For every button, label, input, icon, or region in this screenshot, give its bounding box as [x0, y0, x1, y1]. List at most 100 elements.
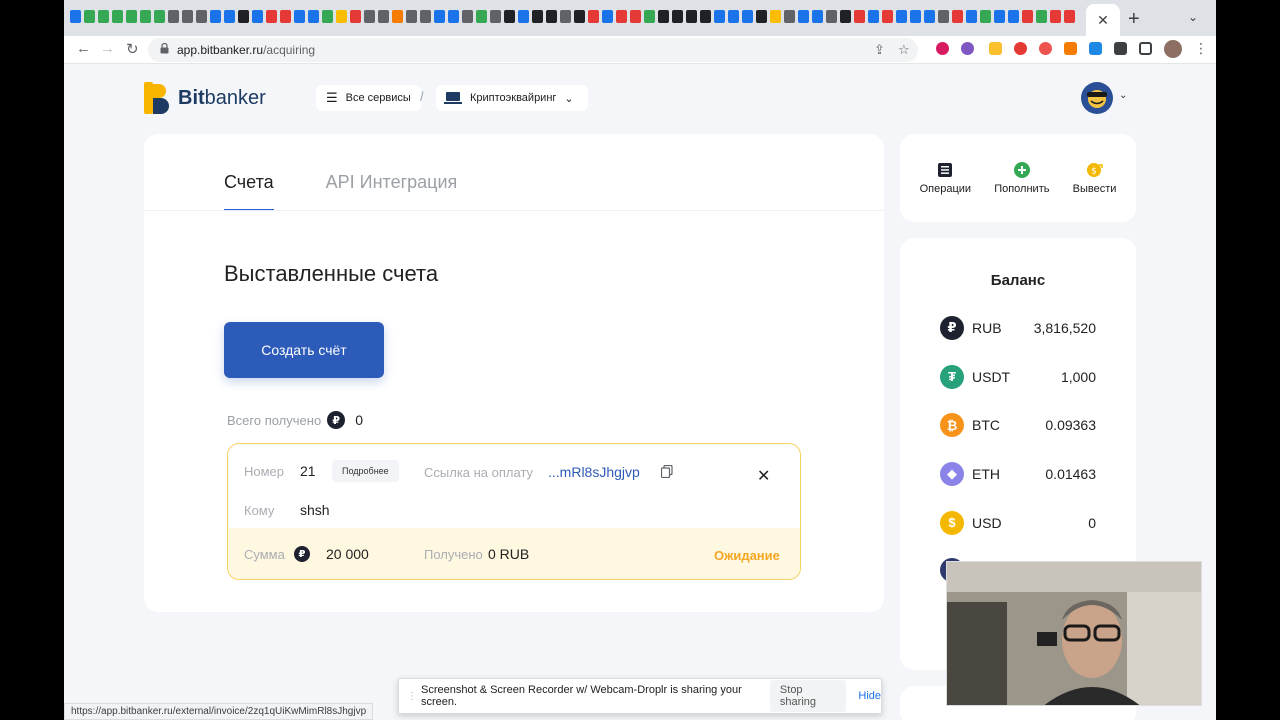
tab-favicon-icon[interactable] [728, 10, 739, 23]
tab-favicon-icon[interactable] [980, 10, 991, 23]
tab-search-icon[interactable]: ⌄ [1188, 10, 1198, 24]
tab-favicon-icon[interactable] [910, 10, 921, 23]
active-tab[interactable]: ✕ [1086, 4, 1120, 36]
tab-favicon-icon[interactable] [742, 10, 753, 23]
extension-icon[interactable] [989, 42, 1002, 55]
tab-favicon-icon[interactable] [476, 10, 487, 23]
payment-link[interactable]: ...mRl8sJhgjvp [548, 464, 640, 480]
tab-favicon-icon[interactable] [336, 10, 347, 23]
tab-favicon-icon[interactable] [182, 10, 193, 23]
tab-favicon-icon[interactable] [518, 10, 529, 23]
tab-favicon-icon[interactable] [588, 10, 599, 23]
tab-favicon-icon[interactable] [798, 10, 809, 23]
tab-favicon-icon[interactable] [840, 10, 851, 23]
tab-favicon-icon[interactable] [462, 10, 473, 23]
bitbanker-logo[interactable]: Bitbanker [144, 82, 266, 114]
tab-favicon-icon[interactable] [966, 10, 977, 23]
share-icon[interactable]: ⇪ [874, 42, 885, 58]
balance-row-usd[interactable]: $ USD 0 [940, 510, 1096, 536]
balance-row-eth[interactable]: ◆ ETH 0.01463 [940, 461, 1096, 487]
hide-button[interactable]: Hide [858, 690, 881, 702]
tab-favicon-icon[interactable] [140, 10, 151, 23]
top-up-button[interactable]: Пополнить [994, 161, 1049, 195]
tab-favicon-icon[interactable] [630, 10, 641, 23]
tab-favicon-icon[interactable] [364, 10, 375, 23]
tab-favicon-icon[interactable] [756, 10, 767, 23]
tab-invoices[interactable]: Счета [224, 172, 274, 211]
tab-favicon-icon[interactable] [266, 10, 277, 23]
extension-icon[interactable] [936, 42, 949, 55]
tab-favicon-icon[interactable] [294, 10, 305, 23]
tab-favicon-icon[interactable] [658, 10, 669, 23]
withdraw-button[interactable]: $ Вывести [1073, 162, 1116, 195]
user-avatar[interactable] [1081, 82, 1113, 114]
stop-sharing-button[interactable]: Stop sharing [769, 680, 847, 712]
drag-handle-icon[interactable]: ⋮ [407, 691, 417, 702]
tab-favicon-icon[interactable] [770, 10, 781, 23]
reload-icon[interactable]: ↻ [126, 40, 139, 58]
tab-favicon-icon[interactable] [826, 10, 837, 23]
tab-favicon-icon[interactable] [280, 10, 291, 23]
tab-favicon-icon[interactable] [602, 10, 613, 23]
extension-icon[interactable] [1064, 42, 1077, 55]
tab-favicon-icon[interactable] [714, 10, 725, 23]
tab-favicon-icon[interactable] [420, 10, 431, 23]
tab-favicon-icon[interactable] [378, 10, 389, 23]
tab-favicon-icon[interactable] [1022, 10, 1033, 23]
balance-row-usdt[interactable]: ₮ USDT 1,000 [940, 364, 1096, 390]
tab-favicon-icon[interactable] [896, 10, 907, 23]
copy-icon[interactable] [661, 465, 673, 478]
tab-favicon-icon[interactable] [196, 10, 207, 23]
tab-favicon-icon[interactable] [1050, 10, 1061, 23]
address-bar[interactable]: app.bitbanker.ru/acquiring ⇪ ☆ [148, 38, 918, 62]
tab-favicon-icon[interactable] [434, 10, 445, 23]
tab-favicon-icon[interactable] [574, 10, 585, 23]
tab-favicon-icon[interactable] [448, 10, 459, 23]
tab-favicon-icon[interactable] [490, 10, 501, 23]
bookmark-star-icon[interactable]: ☆ [898, 42, 910, 58]
tab-favicon-icon[interactable] [224, 10, 235, 23]
tab-favicon-icon[interactable] [812, 10, 823, 23]
create-invoice-button[interactable]: Создать счёт [224, 322, 384, 378]
tab-favicon-icon[interactable] [672, 10, 683, 23]
tab-favicon-icon[interactable] [686, 10, 697, 23]
tab-favicon-icon[interactable] [210, 10, 221, 23]
tab-favicon-icon[interactable] [1064, 10, 1075, 23]
webcam-overlay[interactable] [946, 561, 1202, 706]
tab-favicons[interactable] [70, 10, 1075, 28]
tab-favicon-icon[interactable] [1008, 10, 1019, 23]
extension-icon[interactable] [961, 42, 974, 55]
extension-icon[interactable] [1089, 42, 1102, 55]
balance-row-btc[interactable]: ₿ BTC 0.09363 [940, 412, 1096, 438]
tab-favicon-icon[interactable] [392, 10, 403, 23]
tab-favicon-icon[interactable] [308, 10, 319, 23]
close-icon[interactable]: ✕ [757, 466, 770, 486]
tab-favicon-icon[interactable] [938, 10, 949, 23]
forward-icon[interactable]: → [100, 40, 115, 57]
tab-favicon-icon[interactable] [70, 10, 81, 23]
tab-favicon-icon[interactable] [406, 10, 417, 23]
tab-favicon-icon[interactable] [644, 10, 655, 23]
profile-avatar[interactable] [1164, 40, 1182, 58]
tab-favicon-icon[interactable] [784, 10, 795, 23]
user-menu-chevron-icon[interactable]: ⌄ [1119, 90, 1127, 101]
balance-row-rub[interactable]: ₽ RUB 3,816,520 [940, 315, 1096, 341]
all-services-button[interactable]: ☰ Все сервисы [316, 85, 421, 111]
tab-favicon-icon[interactable] [868, 10, 879, 23]
tab-favicon-icon[interactable] [84, 10, 95, 23]
side-panel-icon[interactable] [1139, 42, 1152, 55]
tab-favicon-icon[interactable] [882, 10, 893, 23]
tab-favicon-icon[interactable] [322, 10, 333, 23]
tab-favicon-icon[interactable] [112, 10, 123, 23]
tab-favicon-icon[interactable] [924, 10, 935, 23]
tab-favicon-icon[interactable] [546, 10, 557, 23]
tab-favicon-icon[interactable] [238, 10, 249, 23]
tab-favicon-icon[interactable] [994, 10, 1005, 23]
tab-api-integration[interactable]: API Интеграция [326, 172, 458, 211]
tab-favicon-icon[interactable] [1036, 10, 1047, 23]
tab-favicon-icon[interactable] [560, 10, 571, 23]
tab-favicon-icon[interactable] [952, 10, 963, 23]
tab-favicon-icon[interactable] [126, 10, 137, 23]
close-tab-icon[interactable]: ✕ [1097, 12, 1109, 29]
new-tab-icon[interactable]: + [1128, 8, 1140, 31]
